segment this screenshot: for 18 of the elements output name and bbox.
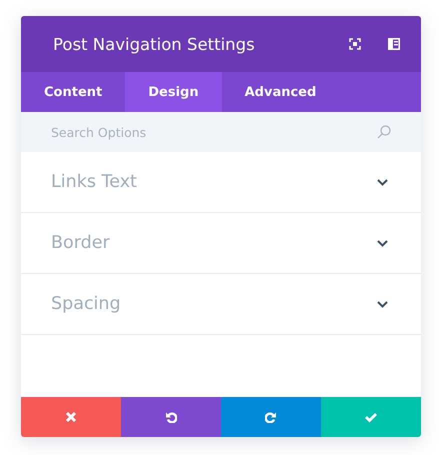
close-icon xyxy=(65,411,77,423)
section-label: Spacing xyxy=(51,294,122,314)
checkmark-icon xyxy=(365,411,377,423)
tab[interactable]: Advanced xyxy=(222,72,340,112)
search-icon xyxy=(377,125,391,139)
undo-icon xyxy=(165,411,177,423)
tab[interactable]: Content xyxy=(21,72,126,112)
tab[interactable]: Design xyxy=(125,72,222,112)
search-field[interactable]: Search Options xyxy=(21,112,421,152)
section-label: Links Text xyxy=(51,172,138,192)
undo-button[interactable] xyxy=(121,397,221,437)
redo-icon xyxy=(265,411,277,423)
redo-button[interactable] xyxy=(221,397,321,437)
save-button[interactable] xyxy=(321,397,421,437)
section-label: Border xyxy=(51,233,111,253)
cancel-button[interactable] xyxy=(21,397,121,437)
window-title: Post Navigation Settings xyxy=(53,34,256,54)
search-input[interactable]: Search Options xyxy=(51,124,377,140)
